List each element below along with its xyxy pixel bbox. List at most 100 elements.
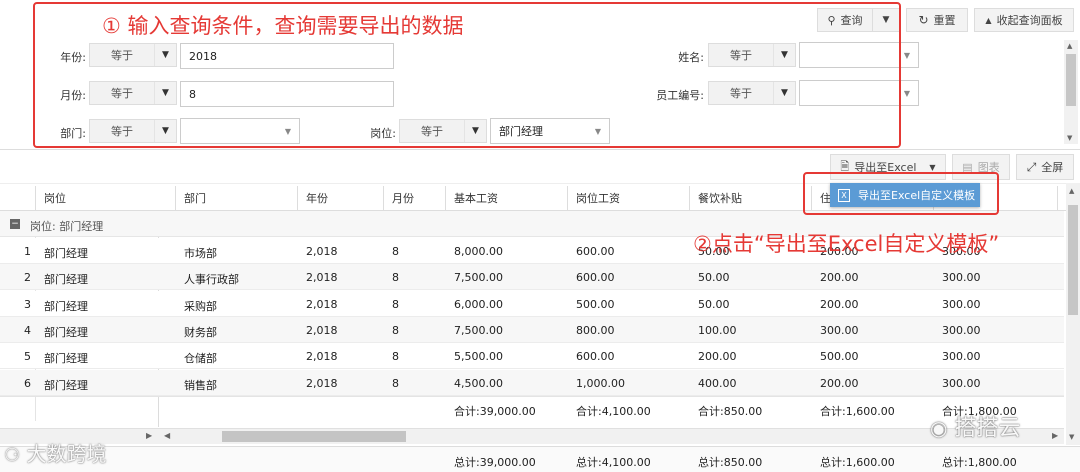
- column-header-month[interactable]: 月份: [392, 186, 414, 210]
- post-salary-cell: 800.00: [576, 323, 615, 337]
- refresh-icon: ↻: [918, 13, 929, 27]
- column-header-base-salary[interactable]: 基本工资: [454, 186, 498, 210]
- watermark-right: ◉ 搭搭云: [930, 416, 1021, 441]
- post-salary-cell: 600.00: [576, 245, 615, 258]
- month-cell: 8: [392, 271, 399, 285]
- dept-cell: 销售部: [184, 378, 217, 392]
- col9-cell: 300.00: [942, 297, 981, 311]
- base-salary-cell: 6,000.00: [454, 297, 503, 311]
- base-salary-cell: 4,500.00: [454, 376, 503, 390]
- table-vertical-scrollbar[interactable]: ▲ ▼: [1066, 183, 1080, 445]
- post-salary-cell: 1,000.00: [576, 376, 625, 390]
- annotation-step1: ① 输入查询条件，查询需要导出的数据: [102, 14, 464, 38]
- base-salary-cell: 7,500.00: [454, 323, 503, 337]
- month-cell: 8: [392, 350, 399, 364]
- column-header-position[interactable]: 岗位: [44, 186, 66, 210]
- row-number-cell: 1: [24, 245, 31, 258]
- table-row[interactable]: [0, 369, 1064, 396]
- month-cell: 8: [392, 245, 399, 258]
- column-header-meal[interactable]: 餐饮补贴: [698, 186, 742, 210]
- total-housing: 总计:1,600.00: [820, 456, 895, 469]
- col9-cell: 300.00: [942, 376, 981, 390]
- reset-button[interactable]: ↻ 重置: [906, 8, 968, 32]
- housing-cell: 200.00: [820, 376, 859, 390]
- meal-cell: 200.00: [698, 350, 737, 364]
- chevron-down-icon: ▼: [929, 162, 936, 172]
- chevron-up-icon: ▲: [985, 15, 992, 25]
- subtotal-housing: 合计:1,600.00: [820, 405, 895, 418]
- meal-cell: 50.00: [698, 271, 730, 285]
- scrollbar-thumb[interactable]: [222, 431, 406, 442]
- row-number-cell: 2: [24, 271, 31, 285]
- row-number-cell: 3: [24, 297, 31, 311]
- month-cell: 8: [392, 376, 399, 390]
- position-cell: 部门经理: [44, 273, 88, 287]
- total-base: 总计:39,000.00: [454, 456, 536, 469]
- group-label: 岗位: 部门经理: [30, 220, 104, 233]
- fullscreen-button[interactable]: ⤢ 全屏: [1016, 154, 1074, 180]
- dept-cell: 市场部: [184, 247, 217, 260]
- base-salary-cell: 7,500.00: [454, 271, 503, 285]
- wechat-icon: ◉: [930, 416, 948, 440]
- table-row[interactable]: [0, 343, 1064, 370]
- meal-cell: 50.00: [698, 297, 730, 311]
- total-col9: 总计:1,800.00: [942, 456, 1017, 469]
- post-salary-cell: 500.00: [576, 297, 615, 311]
- meal-cell: 400.00: [698, 376, 737, 390]
- expand-icon: ⤢: [1026, 159, 1037, 174]
- housing-cell: 200.00: [820, 271, 859, 285]
- housing-cell: 300.00: [820, 323, 859, 337]
- position-cell: 部门经理: [44, 352, 88, 366]
- housing-cell: 200.00: [820, 297, 859, 311]
- year-cell: 2,018: [306, 271, 338, 285]
- col9-cell: 300.00: [942, 350, 981, 364]
- query-panel-scrollbar[interactable]: ▲ ▼: [1064, 40, 1078, 144]
- collapse-panel-button[interactable]: ▲ 收起查询面板: [974, 8, 1074, 32]
- post-salary-cell: 600.00: [576, 350, 615, 364]
- table-row[interactable]: [0, 290, 1064, 317]
- scroll-right-icon[interactable]: ▶: [1052, 431, 1058, 440]
- dept-cell: 仓储部: [184, 352, 217, 366]
- scroll-right-icon[interactable]: ▶: [146, 431, 152, 440]
- month-cell: 8: [392, 323, 399, 337]
- meal-cell: 100.00: [698, 323, 737, 337]
- col9-cell: 300.00: [942, 323, 981, 337]
- position-cell: 部门经理: [44, 325, 88, 339]
- year-cell: 2,018: [306, 350, 338, 364]
- position-cell: 部门经理: [44, 378, 88, 392]
- table-row[interactable]: [0, 264, 1064, 291]
- row-number-cell: 4: [24, 323, 31, 337]
- horizontal-scrollbar[interactable]: [0, 428, 1064, 444]
- column-header-post-salary[interactable]: 岗位工资: [576, 186, 620, 210]
- watermark-left: ⚆ 大数跨境: [4, 442, 107, 466]
- column-header-year[interactable]: 年份: [306, 186, 328, 210]
- year-cell: 2,018: [306, 323, 338, 337]
- base-salary-cell: 8,000.00: [454, 245, 503, 258]
- collapse-group-icon[interactable]: −: [10, 219, 20, 229]
- subtotal-post: 合计:4,100.00: [576, 405, 651, 418]
- table-row[interactable]: [0, 316, 1064, 343]
- row-number-cell: 6: [24, 376, 31, 390]
- col9-cell: 300.00: [942, 271, 981, 285]
- post-salary-cell: 600.00: [576, 271, 615, 285]
- base-salary-cell: 5,500.00: [454, 350, 503, 364]
- scroll-left-icon[interactable]: ◀: [164, 431, 170, 440]
- subtotal-base: 合计:39,000.00: [454, 405, 536, 418]
- dept-cell: 采购部: [184, 299, 217, 313]
- year-cell: 2,018: [306, 297, 338, 311]
- dept-cell: 人事行政部: [184, 273, 239, 287]
- year-cell: 2,018: [306, 245, 338, 258]
- total-meal: 总计:850.00: [698, 456, 763, 469]
- column-header-dept[interactable]: 部门: [184, 186, 206, 210]
- total-row: [0, 446, 1080, 472]
- position-cell: 部门经理: [44, 299, 88, 313]
- total-post: 总计:4,100.00: [576, 456, 651, 469]
- housing-cell: 500.00: [820, 350, 859, 364]
- position-cell: 部门经理: [44, 247, 88, 260]
- annotation-step2: ②点击“导出至Excel自定义模板”: [693, 232, 1000, 256]
- month-cell: 8: [392, 297, 399, 311]
- logo-icon: ⚆: [4, 445, 21, 466]
- annotation-box-step2: [803, 172, 999, 215]
- dept-cell: 财务部: [184, 325, 217, 339]
- subtotal-meal: 合计:850.00: [698, 405, 763, 418]
